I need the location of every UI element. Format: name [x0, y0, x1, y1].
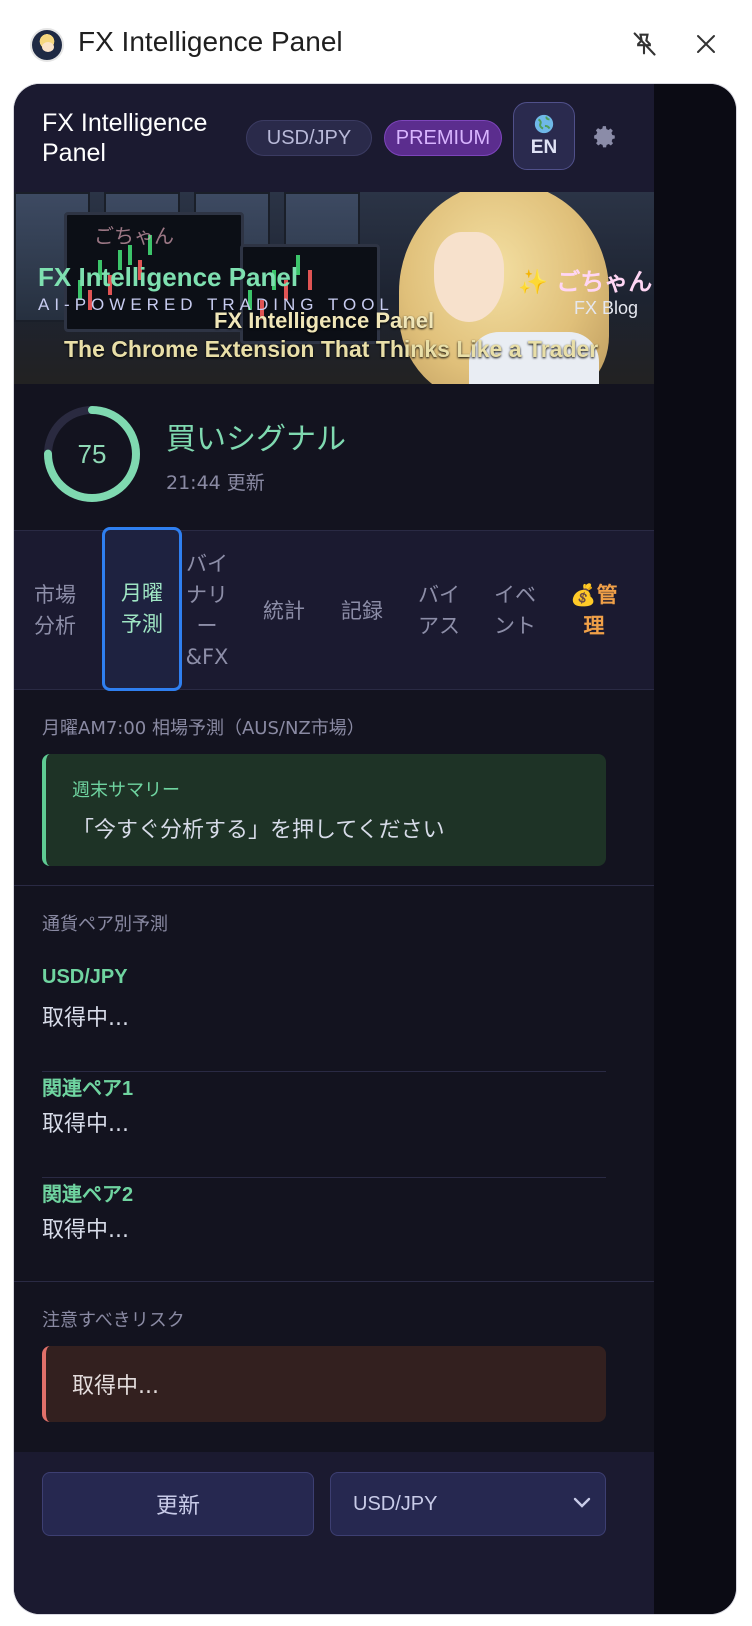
tab-stats[interactable]: 統計	[258, 531, 310, 691]
close-button[interactable]	[686, 24, 726, 64]
pair-badge[interactable]: USD/JPY	[246, 120, 372, 156]
banner-blog-label: FX Blog	[574, 298, 639, 318]
weekend-summary-text: 「今すぐ分析する」を押してください	[72, 818, 445, 843]
footer-controls: 更新 USD/JPY	[14, 1452, 654, 1614]
side-panel-header: FX Intelligence Panel	[0, 0, 752, 84]
app-title: FX Intelligence Panel	[42, 109, 208, 167]
premium-badge: PREMIUM	[384, 120, 502, 156]
chevron-down-icon	[573, 1497, 591, 1508]
banner-caption: FX Intelligence Panel	[214, 308, 435, 333]
tab-label: 統計	[263, 598, 305, 623]
monday-forecast-section: 月曜AM7:00 相場予測（AUS/NZ市場） 週末サマリー 「今すぐ分析する」…	[14, 690, 654, 886]
extension-panel: FX Intelligence Panel USD/JPY PREMIUM EN	[14, 84, 736, 1614]
banner-watermark: ごちゃん	[94, 224, 174, 248]
tab-records[interactable]: 記録	[336, 531, 388, 691]
banner-brand: ✨ ごちゃん	[518, 268, 653, 296]
pair-name: 関連ペア1	[42, 1078, 134, 1100]
pair-value: 取得中...	[42, 1006, 129, 1031]
tab-label: イベ ント	[494, 583, 536, 638]
tab-monday-forecast[interactable]: 月曜 予測	[102, 527, 182, 691]
banner-tagline: The Chrome Extension That Thinks Like a …	[64, 336, 599, 362]
panel-scroll-area	[654, 84, 736, 1614]
tab-events[interactable]: イベ ント	[490, 531, 540, 691]
pairs-section-title: 通貨ペア別予測	[42, 914, 168, 935]
unpin-icon	[633, 32, 656, 56]
banner-title: FX Intelligence Panel	[38, 262, 299, 292]
pair-name: 関連ペア2	[42, 1184, 134, 1206]
tab-label: 市場 分析	[34, 583, 76, 638]
side-panel-title: FX Intelligence Panel	[78, 26, 343, 57]
signal-updated-time: 21:44 更新	[166, 472, 265, 494]
risk-section: 注意すべきリスク 取得中...	[14, 1282, 654, 1452]
language-toggle-button[interactable]: EN	[513, 102, 575, 170]
pair-forecast-item: 関連ペア2 取得中...	[42, 1178, 606, 1284]
monday-section-title: 月曜AM7:00 相場予測（AUS/NZ市場）	[42, 718, 365, 739]
pair-value: 取得中...	[42, 1218, 129, 1243]
gear-icon[interactable]	[592, 124, 618, 150]
close-icon	[697, 35, 715, 53]
tab-label: バイ ナリ ー &FX	[185, 552, 229, 669]
weekend-summary-card: 週末サマリー 「今すぐ分析する」を押してください	[42, 754, 606, 866]
tab-label: 記録	[341, 598, 383, 623]
pair-forecast-section: 通貨ペア別予測 USD/JPY 取得中... 関連ペア1 取得中... 関連ペア…	[14, 886, 654, 1282]
pair-select-value: USD/JPY	[353, 1493, 438, 1515]
tab-binary-fx[interactable]: バイ ナリ ー &FX	[184, 531, 230, 691]
refresh-button[interactable]: 更新	[42, 1472, 314, 1536]
risk-section-title: 注意すべきリスク	[42, 1310, 185, 1331]
globe-icon	[534, 114, 554, 134]
tab-bias[interactable]: バイ アス	[414, 531, 464, 691]
panel-content: FX Intelligence Panel USD/JPY PREMIUM EN	[14, 84, 654, 1614]
banner-character-face	[434, 232, 504, 322]
risk-card: 取得中...	[42, 1346, 606, 1422]
extension-avatar-icon	[30, 28, 64, 62]
app-header: FX Intelligence Panel USD/JPY PREMIUM EN	[14, 84, 654, 192]
pair-select[interactable]: USD/JPY	[330, 1472, 606, 1536]
tab-admin[interactable]: 💰管 理	[566, 531, 622, 691]
signal-score: 75	[77, 438, 107, 469]
signal-label: 買いシグナル	[166, 422, 346, 457]
tab-label: 月曜 予測	[121, 581, 163, 636]
unpin-button[interactable]	[624, 24, 664, 64]
tab-label: バイ アス	[418, 583, 460, 638]
tab-bar: 市場 分析 月曜 予測 バイ ナリ ー &FX 統計 記録 バイ アス イベ ン…	[14, 527, 654, 691]
risk-text: 取得中...	[72, 1374, 159, 1399]
promo-banner: ごちゃん FX Intelligence Panel AI-POWERED TR…	[14, 192, 654, 384]
pair-name: USD/JPY	[42, 966, 128, 988]
tab-market-analysis[interactable]: 市場 分析	[24, 531, 86, 691]
signal-summary: 75 買いシグナル 21:44 更新	[14, 384, 654, 530]
weekend-summary-label: 週末サマリー	[72, 780, 180, 801]
tab-label: 💰管 理	[570, 583, 618, 638]
pair-forecast-item: 関連ペア1 取得中...	[42, 1072, 606, 1178]
pair-forecast-item: USD/JPY 取得中...	[42, 966, 606, 1072]
pair-value: 取得中...	[42, 1112, 129, 1137]
language-label: EN	[530, 137, 558, 158]
